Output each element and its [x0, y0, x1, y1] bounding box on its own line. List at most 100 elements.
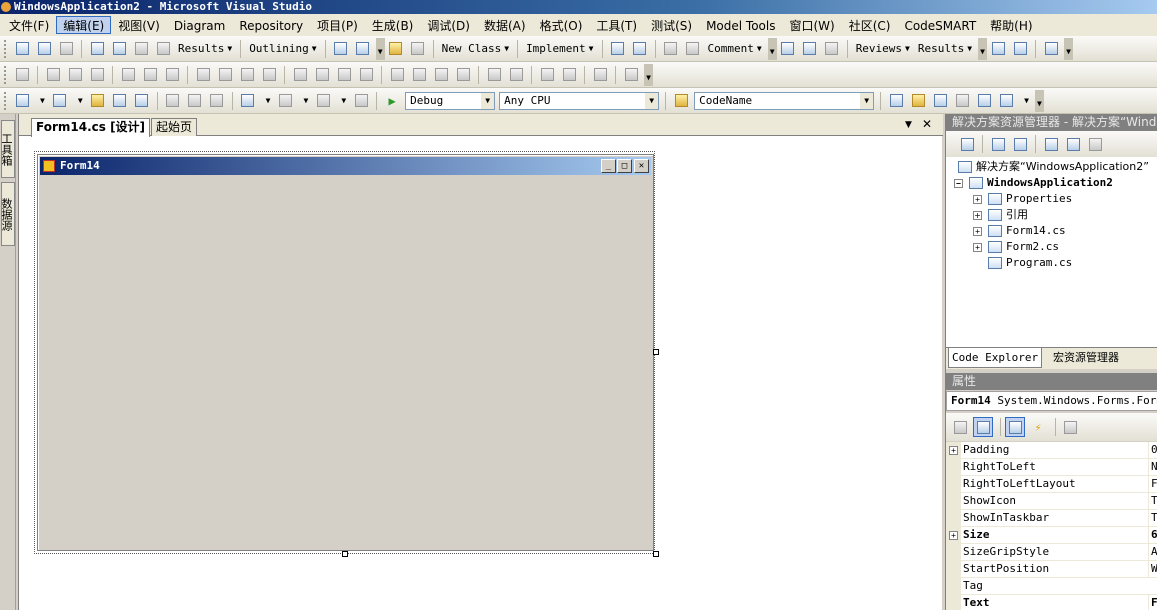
tree-item-program[interactable]: Program.cs [988, 255, 1072, 271]
align-right-icon[interactable] [88, 66, 106, 84]
menu-diagram[interactable]: Diagram [167, 16, 233, 34]
menu-tools[interactable]: 工具(T) [589, 16, 644, 34]
center-vertically-icon[interactable] [507, 66, 525, 84]
form-icon[interactable] [13, 40, 31, 58]
show-all-files-icon[interactable] [989, 135, 1007, 153]
codename-select[interactable]: CodeName ▼ [694, 91, 875, 110]
resize-handle-bottom[interactable] [342, 551, 348, 557]
find-next-icon[interactable] [154, 40, 172, 58]
vspace-decrease-icon[interactable] [432, 66, 450, 84]
data-sources-tab[interactable]: 数据源 [0, 182, 15, 246]
menu-edit[interactable]: 编辑(E) [56, 16, 112, 34]
tab-code-explorer[interactable]: Code Explorer [948, 348, 1043, 368]
maximize-icon[interactable]: □ [617, 159, 632, 173]
tab-macro-explorer[interactable]: 宏资源管理器 [1050, 348, 1122, 368]
window-list-icon[interactable] [801, 40, 819, 58]
menu-file[interactable]: 文件(F) [2, 16, 56, 34]
properties-icon[interactable] [958, 135, 976, 153]
align-left-icon[interactable] [44, 66, 62, 84]
property-row[interactable]: RightToLeftLayout False [946, 476, 1157, 493]
stack-icon[interactable] [823, 40, 841, 58]
view-designer-icon[interactable] [1064, 135, 1082, 153]
tab-start-page[interactable]: 起始页 [151, 118, 198, 136]
alphabetical-icon[interactable] [973, 417, 993, 437]
property-pages-icon[interactable] [1060, 417, 1080, 437]
window-list-icon[interactable]: ▼ [905, 120, 912, 130]
list-icon[interactable] [989, 40, 1007, 58]
expand-icon[interactable]: + [949, 531, 958, 540]
toolbar-overflow-icon[interactable]: ▼ [978, 37, 988, 60]
vspace-equal-icon[interactable] [388, 66, 406, 84]
menu-help[interactable]: 帮助(H) [983, 16, 1039, 34]
menu-data[interactable]: 数据(A) [477, 16, 533, 34]
menu-window[interactable]: 窗口(W) [782, 16, 841, 34]
size-to-grid-icon[interactable] [260, 66, 278, 84]
tab-form14-design[interactable]: Form14.cs [设计] [31, 118, 151, 137]
align-top-icon[interactable] [119, 66, 137, 84]
command-dropdown[interactable]: ▼ [1017, 96, 1033, 105]
events-lightning-icon[interactable]: ⚡ [1028, 417, 1048, 437]
try-icon[interactable] [662, 40, 680, 58]
hspace-decrease-icon[interactable] [335, 66, 353, 84]
hspace-increase-icon[interactable] [313, 66, 331, 84]
solution-explorer-icon[interactable] [909, 92, 927, 110]
vspace-increase-icon[interactable] [410, 66, 428, 84]
paste-icon[interactable] [208, 92, 226, 110]
align-bottom-icon[interactable] [163, 66, 181, 84]
save-all-icon[interactable] [133, 92, 151, 110]
property-row[interactable]: SizeGripStyle Auto [946, 544, 1157, 561]
start-page-icon[interactable] [975, 92, 993, 110]
indent-icon[interactable] [609, 40, 627, 58]
solution-configuration-select[interactable]: Debug ▼ [405, 91, 496, 110]
property-value[interactable]: Auto [1148, 544, 1157, 560]
center-horizontally-icon[interactable] [485, 66, 503, 84]
add-item-icon[interactable] [51, 92, 69, 110]
property-value[interactable]: False [1148, 476, 1157, 492]
menu-debug[interactable]: 调试(D) [420, 16, 477, 34]
toolbar-grip[interactable] [4, 91, 8, 110]
reviews-dropdown[interactable]: Reviews ▼ [852, 42, 914, 55]
property-row[interactable]: + Size 621, 403 [946, 527, 1157, 544]
ok-icon[interactable] [1011, 40, 1029, 58]
property-value[interactable]: Form14 [1148, 595, 1157, 610]
toolbar-overflow-icon[interactable]: ▼ [1064, 37, 1074, 60]
toolbar-grip[interactable] [4, 65, 8, 84]
collapse-icon[interactable]: − [954, 178, 963, 188]
property-value[interactable]: No [1148, 459, 1157, 475]
menu-model-tools[interactable]: Model Tools [699, 16, 782, 34]
sort-icon[interactable] [631, 40, 649, 58]
open-folder-icon[interactable] [89, 92, 107, 110]
menu-community[interactable]: 社区(C) [842, 16, 898, 34]
window-icon[interactable] [779, 40, 797, 58]
properties-object-selector[interactable]: Form14 System.Windows.Forms.Form [946, 391, 1157, 411]
property-row[interactable]: Tag [946, 578, 1157, 595]
diagram-icon[interactable] [57, 40, 75, 58]
results-dropdown[interactable]: Results ▼ [174, 42, 236, 55]
navigate-backward-icon[interactable] [314, 92, 332, 110]
property-value[interactable]: True [1148, 510, 1157, 526]
toolbox-icon[interactable] [953, 92, 971, 110]
tree-item-form14[interactable]: + Form14.cs [973, 223, 1066, 239]
toolbar-overflow-icon[interactable]: ▼ [1034, 89, 1044, 112]
expand-icon[interactable] [354, 40, 372, 58]
spellcheck-icon[interactable] [88, 40, 106, 58]
close-icon[interactable]: ✕ [634, 159, 649, 173]
find-in-files-icon[interactable] [672, 92, 690, 110]
property-row[interactable]: ShowIcon True [946, 493, 1157, 510]
property-value[interactable]: 0, 0, 0, 0 [1148, 442, 1157, 458]
results2-dropdown[interactable]: Results ▼ [914, 42, 976, 55]
redo-icon[interactable] [276, 92, 294, 110]
try-catch-icon[interactable] [684, 40, 702, 58]
undo-dropdown[interactable]: ▼ [259, 96, 275, 105]
new-class-dropdown[interactable]: New Class ▼ [438, 42, 513, 55]
menu-build[interactable]: 生成(B) [365, 16, 421, 34]
property-row[interactable]: ShowInTaskbar True [946, 510, 1157, 527]
navigate-forward-icon[interactable] [352, 92, 370, 110]
tree-item-form2[interactable]: + Form2.cs [973, 239, 1059, 255]
menu-project[interactable]: 项目(P) [310, 16, 365, 34]
new-class-icon[interactable] [387, 40, 405, 58]
add-item-dropdown[interactable]: ▼ [71, 96, 87, 105]
form14-window[interactable]: Form14 _ □ ✕ [37, 154, 654, 551]
new-project-dropdown[interactable]: ▼ [33, 96, 49, 105]
menu-format[interactable]: 格式(O) [533, 16, 590, 34]
